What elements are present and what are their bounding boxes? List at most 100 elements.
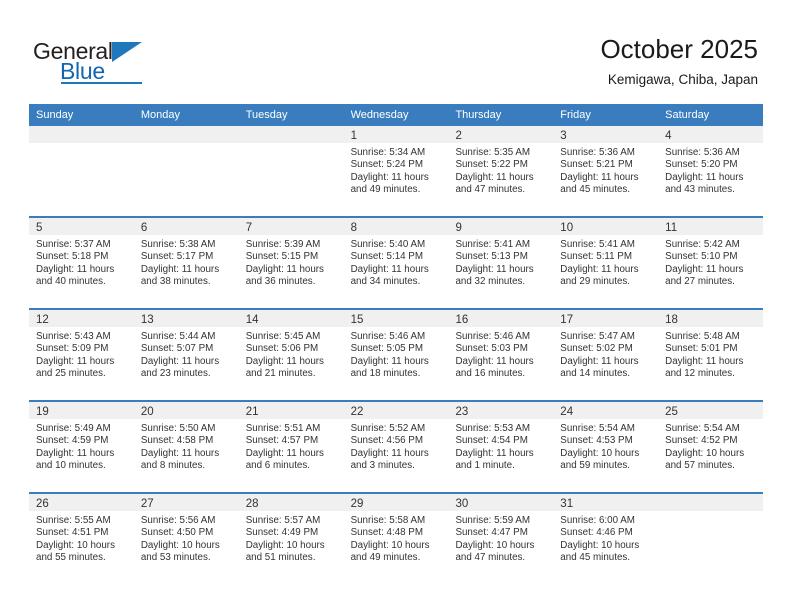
sunrise-text: Sunrise: 5:56 AM <box>140 515 216 526</box>
day-cell-27[interactable]: 27 Sunrise: 5:56 AM Sunset: 4:50 PM Dayligh… <box>133 494 239 584</box>
daylight-text: Daylight: 11 hours and 29 minutes. <box>560 263 639 288</box>
daylight-text: Daylight: 10 hours and 47 minutes. <box>455 539 535 564</box>
day-number-band: 25 <box>658 402 764 419</box>
day-cell-16[interactable]: 16 Sunrise: 5:46 AM Sunset: 5:03 PM Dayligh… <box>448 310 554 400</box>
sunset-text: Sunset: 5:20 PM <box>665 159 738 171</box>
day-number-band: 22 <box>343 402 449 419</box>
calendar-week-row: 12 Sunrise: 5:43 AM Sunset: 5:09 PM Dayligh… <box>29 308 764 400</box>
sunrise-text: Sunrise: 5:51 AM <box>245 423 321 434</box>
sunset-text: Sunset: 5:10 PM <box>665 251 738 263</box>
weekday-header-sunday: Sunday <box>36 109 74 121</box>
general-blue-logo[interactable]: General Blue <box>33 38 213 88</box>
day-number-band: 13 <box>133 310 239 327</box>
day-cell-10[interactable]: 10 Sunrise: 5:41 AM Sunset: 5:11 PM Dayligh… <box>553 218 659 308</box>
day-cell-21[interactable]: 21 Sunrise: 5:51 AM Sunset: 4:57 PM Dayligh… <box>238 402 344 492</box>
day-cell-9[interactable]: 9 Sunrise: 5:41 AM Sunset: 5:13 PM Daylight… <box>448 218 554 308</box>
logo-text-blue: Blue <box>60 58 105 84</box>
day-cell-14[interactable]: 14 Sunrise: 5:45 AM Sunset: 5:06 PM Dayligh… <box>238 310 344 400</box>
day-number-band: 6 <box>133 218 239 235</box>
day-details: Sunrise: 5:40 AM Sunset: 5:14 PM Daylight:… <box>344 235 449 289</box>
day-number-band: 2 <box>448 126 554 143</box>
day-cell-23[interactable]: 23 Sunrise: 5:53 AM Sunset: 4:54 PM Dayligh… <box>448 402 554 492</box>
day-number-band: 3 <box>553 126 659 143</box>
day-cell-13[interactable]: 13 Sunrise: 5:44 AM Sunset: 5:07 PM Dayligh… <box>133 310 239 400</box>
day-number: 5 <box>36 222 43 234</box>
day-cell-4[interactable]: 4 Sunrise: 5:36 AM Sunset: 5:20 PM Daylight… <box>658 126 764 216</box>
day-details: Sunrise: 5:35 AM Sunset: 5:22 PM Daylight:… <box>448 143 553 197</box>
day-number-band <box>238 126 344 143</box>
day-cell-30[interactable]: 30 Sunrise: 5:59 AM Sunset: 4:47 PM Dayligh… <box>448 494 554 584</box>
sunrise-text: Sunrise: 5:50 AM <box>140 423 216 434</box>
sunset-text: Sunset: 4:57 PM <box>245 435 319 447</box>
day-cell-26[interactable]: 26 Sunrise: 5:55 AM Sunset: 4:51 PM Dayligh… <box>29 494 134 584</box>
day-number-band: 9 <box>448 218 554 235</box>
daylight-text: Daylight: 11 hours and 36 minutes. <box>245 263 324 288</box>
sunrise-text: Sunrise: 5:58 AM <box>350 515 426 526</box>
sunset-text: Sunset: 5:13 PM <box>455 251 528 263</box>
sunset-text: Sunset: 5:18 PM <box>36 251 109 263</box>
sunrise-text: Sunrise: 5:53 AM <box>455 423 531 434</box>
day-cell-3[interactable]: 3 Sunrise: 5:36 AM Sunset: 5:21 PM Daylight… <box>553 126 659 216</box>
day-cell-empty <box>29 126 134 216</box>
day-cell-6[interactable]: 6 Sunrise: 5:38 AM Sunset: 5:17 PM Daylight… <box>133 218 239 308</box>
day-details: Sunrise: 5:47 AM Sunset: 5:02 PM Daylight:… <box>553 327 658 381</box>
day-number: 15 <box>350 314 364 326</box>
day-number-band: 31 <box>553 494 659 511</box>
sunset-text: Sunset: 5:01 PM <box>665 343 738 355</box>
day-cell-8[interactable]: 8 Sunrise: 5:40 AM Sunset: 5:14 PM Daylight… <box>343 218 449 308</box>
day-number: 18 <box>665 314 678 326</box>
day-cell-1[interactable]: 1 Sunrise: 5:34 AM Sunset: 5:24 PM Daylight… <box>343 126 449 216</box>
day-cell-29[interactable]: 29 Sunrise: 5:58 AM Sunset: 4:48 PM Dayligh… <box>343 494 449 584</box>
day-details: Sunrise: 5:54 AM Sunset: 4:53 PM Daylight:… <box>553 419 658 473</box>
day-number: 16 <box>455 314 469 326</box>
day-cell-7[interactable]: 7 Sunrise: 5:39 AM Sunset: 5:15 PM Daylight… <box>238 218 344 308</box>
day-number: 21 <box>245 406 259 418</box>
day-number-band <box>133 126 239 143</box>
weekday-header-friday: Friday <box>560 109 591 121</box>
sunrise-text: Sunrise: 5:52 AM <box>350 423 426 434</box>
day-number: 20 <box>140 406 154 418</box>
day-number-band: 30 <box>448 494 554 511</box>
page-title: October 2025 <box>600 34 758 64</box>
day-cell-empty <box>133 126 239 216</box>
sunrise-text: Sunrise: 5:44 AM <box>140 331 216 342</box>
sunset-text: Sunset: 5:24 PM <box>350 159 424 171</box>
sunrise-text: Sunrise: 5:37 AM <box>36 239 111 250</box>
calendar-week-row: 26 Sunrise: 5:55 AM Sunset: 4:51 PM Dayligh… <box>29 492 764 584</box>
sunset-text: Sunset: 5:22 PM <box>455 159 528 171</box>
day-number: 22 <box>350 406 364 418</box>
calendar-week-row: 5 Sunrise: 5:37 AM Sunset: 5:18 PM Daylight… <box>29 216 764 308</box>
day-details: Sunrise: 5:41 AM Sunset: 5:11 PM Daylight:… <box>553 235 658 289</box>
day-cell-20[interactable]: 20 Sunrise: 5:50 AM Sunset: 4:58 PM Dayligh… <box>133 402 239 492</box>
day-cell-11[interactable]: 11 Sunrise: 5:42 AM Sunset: 5:10 PM Dayligh… <box>658 218 764 308</box>
day-cell-24[interactable]: 24 Sunrise: 5:54 AM Sunset: 4:53 PM Dayligh… <box>553 402 659 492</box>
day-number: 25 <box>665 406 678 418</box>
day-cell-28[interactable]: 28 Sunrise: 5:57 AM Sunset: 4:49 PM Dayligh… <box>238 494 344 584</box>
page-header: General Blue October 2025 Kemigawa, Chib… <box>0 0 792 103</box>
day-cell-31[interactable]: 31 Sunrise: 6:00 AM Sunset: 4:46 PM Dayligh… <box>553 494 659 584</box>
day-number: 10 <box>560 222 574 234</box>
day-number: 3 <box>560 130 567 142</box>
daylight-text: Daylight: 11 hours and 14 minutes. <box>560 355 639 380</box>
day-cell-2[interactable]: 2 Sunrise: 5:35 AM Sunset: 5:22 PM Daylight… <box>448 126 554 216</box>
day-cell-17[interactable]: 17 Sunrise: 5:47 AM Sunset: 5:02 PM Dayligh… <box>553 310 659 400</box>
weekday-header-saturday: Saturday <box>665 109 710 121</box>
calendar-week-row: 19 Sunrise: 5:49 AM Sunset: 4:59 PM Dayligh… <box>29 400 764 492</box>
day-number-band: 27 <box>133 494 239 511</box>
day-cell-5[interactable]: 5 Sunrise: 5:37 AM Sunset: 5:18 PM Daylight… <box>29 218 134 308</box>
day-cell-25[interactable]: 25 Sunrise: 5:54 AM Sunset: 4:52 PM Dayligh… <box>658 402 764 492</box>
daylight-text: Daylight: 11 hours and 21 minutes. <box>245 355 324 380</box>
daylight-text: Daylight: 11 hours and 1 minute. <box>455 447 534 472</box>
day-cell-15[interactable]: 15 Sunrise: 5:46 AM Sunset: 5:05 PM Dayligh… <box>343 310 449 400</box>
sunrise-text: Sunrise: 5:36 AM <box>560 147 635 158</box>
day-cell-19[interactable]: 19 Sunrise: 5:49 AM Sunset: 4:59 PM Dayligh… <box>29 402 134 492</box>
sunset-text: Sunset: 4:53 PM <box>560 435 633 447</box>
sunrise-text: Sunrise: 5:40 AM <box>350 239 426 250</box>
sunrise-text: Sunrise: 5:54 AM <box>665 423 740 434</box>
day-cell-18[interactable]: 18 Sunrise: 5:48 AM Sunset: 5:01 PM Dayligh… <box>658 310 764 400</box>
day-number-band: 11 <box>658 218 764 235</box>
day-cell-12[interactable]: 12 Sunrise: 5:43 AM Sunset: 5:09 PM Dayligh… <box>29 310 134 400</box>
day-cell-22[interactable]: 22 Sunrise: 5:52 AM Sunset: 4:56 PM Dayligh… <box>343 402 449 492</box>
day-number: 9 <box>455 222 462 234</box>
day-number: 8 <box>350 222 357 234</box>
